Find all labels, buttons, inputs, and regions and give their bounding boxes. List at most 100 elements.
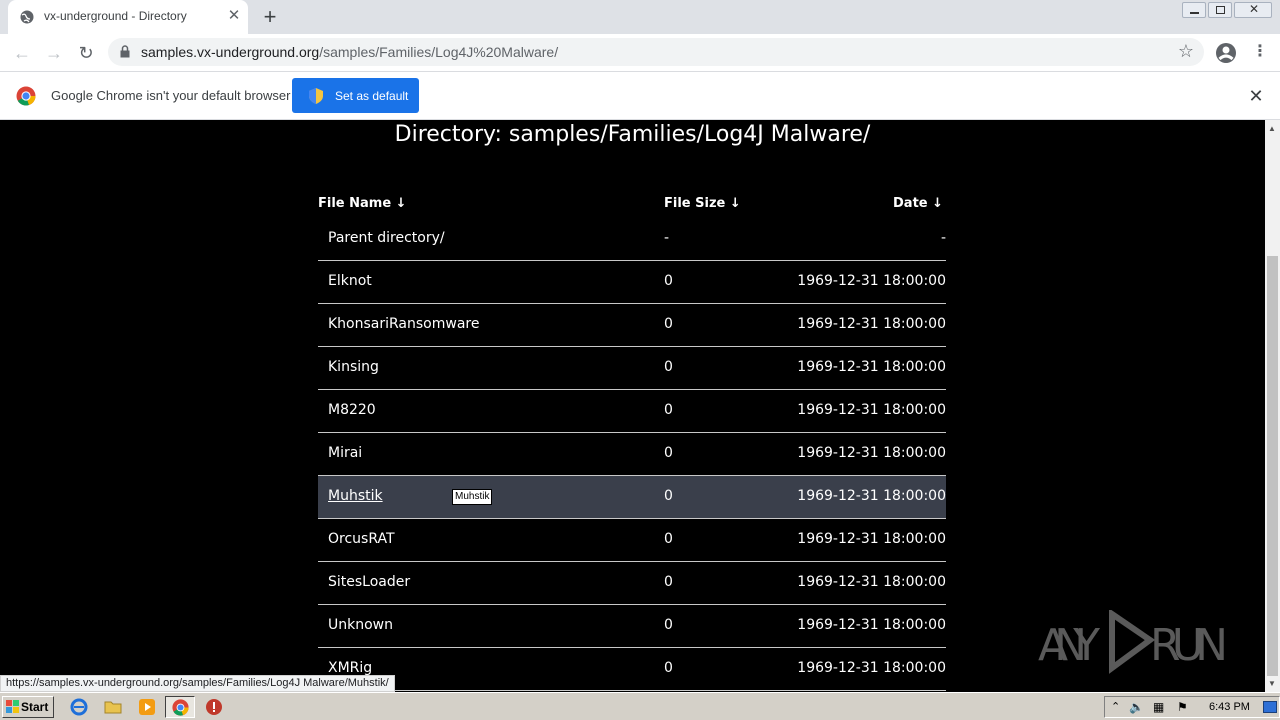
close-infobar-icon[interactable]: ✕ bbox=[1246, 86, 1266, 106]
svg-text:RUN: RUN bbox=[1150, 620, 1228, 671]
bookmark-star-icon[interactable]: ☆ bbox=[1178, 41, 1194, 62]
svg-text:ANY: ANY bbox=[1038, 620, 1100, 671]
tab-directory[interactable]: vx-underground - Directory ✕ bbox=[8, 0, 248, 34]
tab-title: vx-underground - Directory bbox=[44, 9, 187, 23]
table-row: XMRig 0 1969-12-31 18:00:00 bbox=[318, 648, 946, 691]
folder-icon[interactable] bbox=[104, 698, 122, 716]
file-name-link[interactable]: KhonsariRansomware bbox=[328, 316, 479, 332]
url-path: /samples/Families/Log4J%20Malware/ bbox=[319, 44, 559, 60]
page-content: Directory: samples/Families/Log4J Malwar… bbox=[0, 120, 1265, 692]
file-size: 0 bbox=[664, 402, 673, 418]
set-as-default-label: Set as default bbox=[335, 89, 409, 103]
internet-explorer-icon[interactable] bbox=[70, 698, 88, 716]
windows-flag-icon bbox=[6, 700, 19, 713]
reload-icon[interactable]: ↻ bbox=[74, 41, 98, 65]
status-bar-url: https://samples.vx-underground.org/sampl… bbox=[0, 675, 395, 692]
forward-arrow-icon[interactable]: → bbox=[42, 41, 66, 65]
new-tab-button[interactable]: + bbox=[258, 5, 282, 29]
url-text: samples.vx-underground.org/samples/Famil… bbox=[141, 44, 558, 60]
scrollbar-thumb[interactable] bbox=[1267, 256, 1278, 676]
row-divider bbox=[318, 690, 946, 691]
file-size: 0 bbox=[664, 273, 673, 289]
file-date: 1969-12-31 18:00:00 bbox=[797, 273, 946, 289]
chrome-taskbar-icon bbox=[172, 699, 189, 716]
file-name-link[interactable]: Unknown bbox=[328, 617, 393, 633]
table-row: Kinsing 0 1969-12-31 18:00:00 bbox=[318, 347, 946, 390]
file-name-link[interactable]: Parent directory/ bbox=[328, 230, 445, 246]
file-name-link[interactable]: Muhstik bbox=[328, 488, 383, 504]
tab-strip: vx-underground - Directory ✕ + ✕ bbox=[0, 0, 1280, 34]
column-header-name[interactable]: File Name ↓ bbox=[318, 196, 407, 211]
table-row: OrcusRAT 0 1969-12-31 18:00:00 bbox=[318, 519, 946, 562]
scroll-down-icon[interactable]: ▼ bbox=[1268, 679, 1276, 688]
volume-icon[interactable]: 🔈 bbox=[1129, 700, 1144, 714]
file-name-link[interactable]: Mirai bbox=[328, 445, 362, 461]
table-row: Muhstik 0 1969-12-31 18:00:00 bbox=[318, 476, 946, 519]
show-desktop-icon[interactable] bbox=[1263, 701, 1277, 713]
table-row: M8220 0 1969-12-31 18:00:00 bbox=[318, 390, 946, 433]
file-size: 0 bbox=[664, 531, 673, 547]
file-name-link[interactable]: OrcusRAT bbox=[328, 531, 395, 547]
file-date: 1969-12-31 18:00:00 bbox=[797, 531, 946, 547]
default-browser-infobar: Google Chrome isn't your default browser… bbox=[0, 72, 1280, 120]
stop-sign-icon[interactable] bbox=[205, 698, 223, 716]
start-button[interactable]: Start bbox=[2, 696, 54, 718]
file-date: 1969-12-31 18:00:00 bbox=[797, 574, 946, 590]
vertical-scrollbar[interactable]: ▲ ▼ bbox=[1265, 120, 1280, 692]
file-date: 1969-12-31 18:00:00 bbox=[797, 445, 946, 461]
file-size: - bbox=[664, 230, 670, 246]
file-name-link[interactable]: SitesLoader bbox=[328, 574, 410, 590]
anyrun-watermark: ANY RUN bbox=[1038, 608, 1238, 674]
file-size: 0 bbox=[664, 445, 673, 461]
url-host: samples.vx-underground.org bbox=[141, 44, 320, 60]
table-row: Parent directory/ - - bbox=[318, 218, 946, 261]
restore-icon[interactable] bbox=[1208, 2, 1232, 18]
file-date: 1969-12-31 18:00:00 bbox=[797, 617, 946, 633]
system-tray: ⌃ 🔈 ▦ ⚑ 6:43 PM bbox=[1104, 696, 1280, 718]
address-bar[interactable]: samples.vx-underground.org/samples/Famil… bbox=[108, 38, 1204, 66]
file-size: 0 bbox=[664, 316, 673, 332]
file-name-link[interactable]: XMRig bbox=[328, 660, 372, 676]
file-size: 0 bbox=[664, 617, 673, 633]
media-player-icon[interactable] bbox=[138, 698, 156, 716]
kebab-menu-icon[interactable]: ⋮ bbox=[1252, 40, 1268, 64]
table-row: Mirai 0 1969-12-31 18:00:00 bbox=[318, 433, 946, 476]
chrome-logo-icon bbox=[16, 86, 36, 106]
shield-icon bbox=[309, 88, 323, 104]
file-date: 1969-12-31 18:00:00 bbox=[797, 316, 946, 332]
close-window-icon[interactable]: ✕ bbox=[1234, 2, 1272, 18]
browser-toolbar: ← → ↻ samples.vx-underground.org/samples… bbox=[0, 34, 1280, 72]
windows-taskbar: Start ⌃ 🔈 ▦ ⚑ 6:43 PM bbox=[0, 692, 1280, 720]
start-label: Start bbox=[21, 700, 49, 714]
clock[interactable]: 6:43 PM bbox=[1209, 701, 1250, 713]
file-name-link[interactable]: M8220 bbox=[328, 402, 376, 418]
link-tooltip: Muhstik bbox=[452, 489, 493, 505]
profile-avatar-icon[interactable] bbox=[1215, 42, 1237, 64]
file-size: 0 bbox=[664, 359, 673, 375]
column-header-size[interactable]: File Size ↓ bbox=[664, 196, 741, 211]
close-tab-icon[interactable]: ✕ bbox=[225, 7, 243, 25]
network-icon[interactable]: ▦ bbox=[1153, 700, 1164, 714]
table-row: Elknot 0 1969-12-31 18:00:00 bbox=[318, 261, 946, 304]
table-row: Unknown 0 1969-12-31 18:00:00 bbox=[318, 605, 946, 648]
file-date: - bbox=[940, 230, 946, 246]
file-size: 0 bbox=[664, 574, 673, 590]
tray-expand-icon[interactable]: ⌃ bbox=[1111, 700, 1120, 713]
file-date: 1969-12-31 18:00:00 bbox=[797, 402, 946, 418]
infobar-message: Google Chrome isn't your default browser bbox=[51, 88, 291, 103]
back-arrow-icon[interactable]: ← bbox=[10, 41, 34, 65]
file-date: 1969-12-31 18:00:00 bbox=[797, 660, 946, 676]
file-size: 0 bbox=[664, 660, 673, 676]
file-date: 1969-12-31 18:00:00 bbox=[797, 359, 946, 375]
scroll-up-icon[interactable]: ▲ bbox=[1268, 124, 1276, 133]
action-center-flag-icon[interactable]: ⚑ bbox=[1177, 700, 1188, 714]
minimize-icon[interactable] bbox=[1182, 2, 1206, 18]
table-row: SitesLoader 0 1969-12-31 18:00:00 bbox=[318, 562, 946, 605]
column-header-date[interactable]: Date ↓ bbox=[893, 196, 943, 211]
anyrun-logo: ANY RUN bbox=[1038, 608, 1228, 674]
file-name-link[interactable]: Kinsing bbox=[328, 359, 379, 375]
set-as-default-button[interactable]: Set as default bbox=[292, 78, 419, 113]
chrome-taskbar-button[interactable] bbox=[165, 696, 195, 718]
globe-icon bbox=[20, 10, 34, 24]
file-name-link[interactable]: Elknot bbox=[328, 273, 372, 289]
